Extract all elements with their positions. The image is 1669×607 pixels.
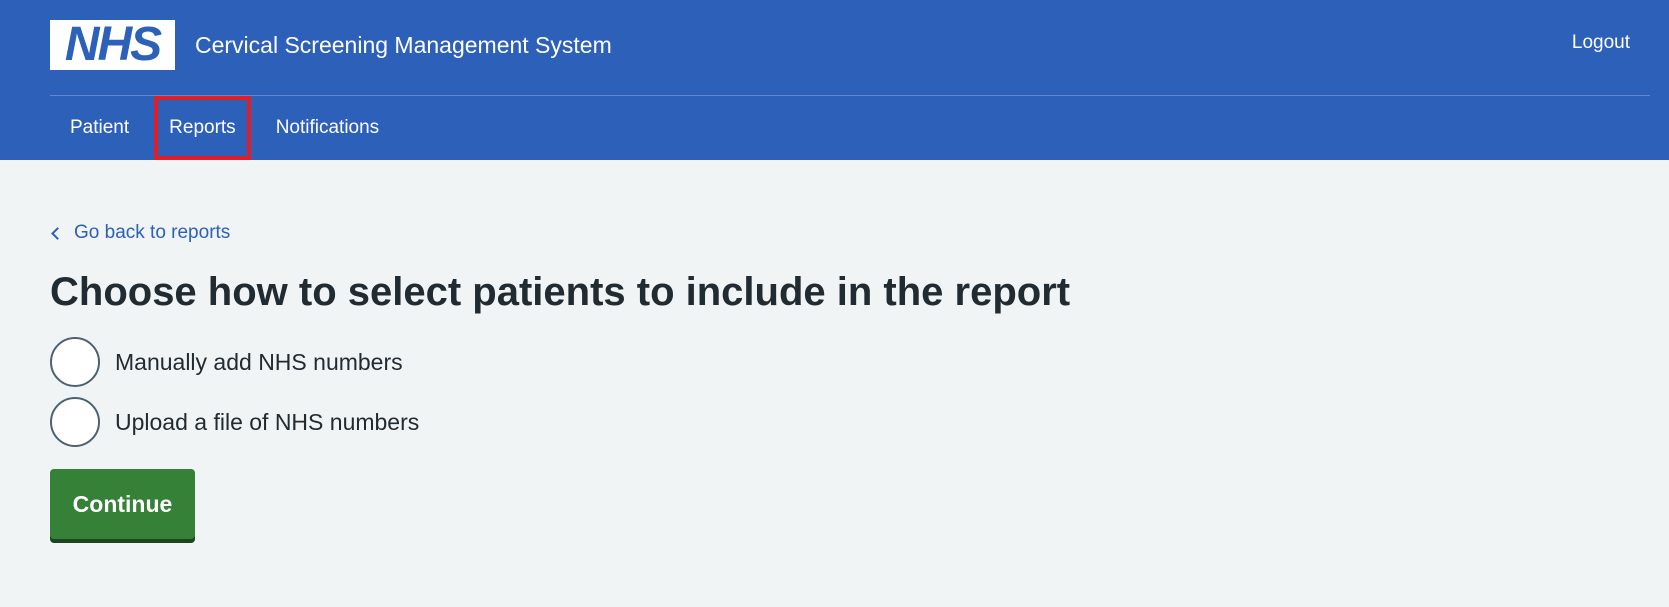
- page-title: Choose how to select patients to include…: [50, 270, 1071, 314]
- chevron-left-icon: [51, 226, 64, 240]
- header-top: NHS Cervical Screening Management System…: [50, 20, 1650, 70]
- logout-link[interactable]: Logout: [1572, 32, 1630, 54]
- nav-item-label: Notifications: [275, 117, 380, 138]
- radio-group: Manually add NHS numbers Upload a file o…: [50, 337, 1070, 447]
- service-name[interactable]: Cervical Screening Management System: [195, 32, 612, 59]
- nav-item-label: Reports: [169, 117, 236, 138]
- nav-item-notifications[interactable]: Notifications: [256, 96, 400, 160]
- radio-option-manual[interactable]: Manually add NHS numbers: [50, 337, 1070, 387]
- main-nav: Patient Reports Notifications: [50, 96, 399, 160]
- radio-label[interactable]: Manually add NHS numbers: [115, 349, 403, 376]
- radio-button[interactable]: [50, 337, 100, 387]
- nav-item-reports[interactable]: Reports: [149, 96, 256, 160]
- radio-button[interactable]: [50, 397, 100, 447]
- nhs-logo[interactable]: NHS: [50, 20, 175, 70]
- nav-item-patient[interactable]: Patient: [50, 96, 149, 160]
- radio-option-upload[interactable]: Upload a file of NHS numbers: [50, 397, 1070, 447]
- nav-item-label: Patient: [70, 117, 130, 138]
- radio-label[interactable]: Upload a file of NHS numbers: [115, 409, 419, 436]
- main-content: Go back to reports Choose how to select …: [50, 222, 1070, 539]
- back-link-label: Go back to reports: [74, 222, 231, 243]
- site-header: NHS Cervical Screening Management System…: [0, 0, 1669, 160]
- continue-button[interactable]: Continue: [50, 469, 195, 539]
- back-link[interactable]: Go back to reports: [50, 222, 1070, 244]
